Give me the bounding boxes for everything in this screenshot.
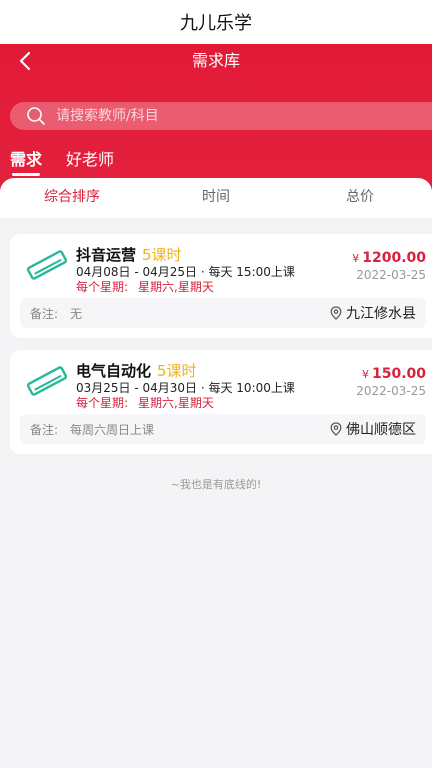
location-text: 佛山顺德区 xyxy=(346,422,416,438)
tab-demands[interactable]: 需求 xyxy=(10,146,42,176)
subject-name: 电气自动化 xyxy=(76,362,152,380)
lesson-hours: 5课时 xyxy=(142,246,182,264)
price-symbol: ¥ xyxy=(352,252,360,265)
note-label: 备注: xyxy=(30,422,59,437)
card-weekly-days: 每个星期: 星期六,星期天 xyxy=(76,278,224,295)
note-text: 每周六周日上课 xyxy=(70,422,155,437)
end-of-list-note: ~我也是有底线的! xyxy=(170,478,262,491)
weekly-days: 星期六,星期天 xyxy=(138,396,214,410)
app-title-bar: 九儿乐学 xyxy=(0,0,432,44)
lesson-hours: 5课时 xyxy=(157,362,197,380)
card-date: 2022-03-25 xyxy=(356,384,426,398)
card-weekly-days: 每个星期: 星期六,星期天 xyxy=(76,394,224,411)
card-subject: 电气自动化 5课时 xyxy=(76,360,197,381)
note-label: 备注: xyxy=(30,306,59,321)
top-tabs: 需求 好老师 xyxy=(10,146,138,176)
price-symbol: ¥ xyxy=(361,368,369,381)
note-row: 备注: 每周六周日上课 佛山顺德区 xyxy=(20,414,426,444)
sort-time[interactable]: 时间 xyxy=(144,178,288,218)
weekly-label: 每个星期: xyxy=(76,280,129,294)
weekly-days: 星期六,星期天 xyxy=(138,280,214,294)
card-price: ¥1200.00 xyxy=(352,250,426,266)
demand-card[interactable]: 抖音运营 5课时 04月08日 - 04月25日 · 每天 15:00上课 每个星… xyxy=(10,234,432,338)
location-pin-icon xyxy=(330,422,342,436)
tab-good-teachers[interactable]: 好老师 xyxy=(66,146,114,176)
note-text: 无 xyxy=(70,306,83,321)
card-date: 2022-03-25 xyxy=(356,268,426,282)
search-bar[interactable] xyxy=(10,102,432,130)
back-arrow-icon xyxy=(19,51,31,71)
weekly-label: 每个星期: xyxy=(76,396,129,410)
ruler-icon xyxy=(26,366,68,396)
price-value: 150.00 xyxy=(371,366,426,382)
sort-bar: 综合排序 时间 总价 xyxy=(0,178,432,218)
back-button[interactable] xyxy=(10,46,40,76)
card-subject: 抖音运营 5课时 xyxy=(76,244,182,265)
location-text: 九江修水县 xyxy=(346,306,416,322)
location-pin-icon xyxy=(330,306,342,320)
sort-comprehensive[interactable]: 综合排序 xyxy=(0,178,144,218)
search-icon xyxy=(27,107,45,125)
app-title: 九儿乐学 xyxy=(180,13,252,34)
location: 佛山顺德区 xyxy=(330,414,416,444)
card-price: ¥150.00 xyxy=(362,366,426,382)
page-title: 需求库 xyxy=(191,51,240,70)
red-header: 需求库 需求 好老师 xyxy=(0,44,432,196)
subject-name: 抖音运营 xyxy=(76,246,137,264)
ruler-icon xyxy=(26,250,68,280)
search-input[interactable] xyxy=(56,108,396,124)
sort-total-price[interactable]: 总价 xyxy=(288,178,432,218)
price-value: 1200.00 xyxy=(362,250,426,266)
demand-card[interactable]: 电气自动化 5课时 03月25日 - 04月30日 · 每天 10:00上课 每个… xyxy=(10,350,432,454)
note-row: 备注: 无 九江修水县 xyxy=(20,298,426,328)
location: 九江修水县 xyxy=(330,298,416,328)
